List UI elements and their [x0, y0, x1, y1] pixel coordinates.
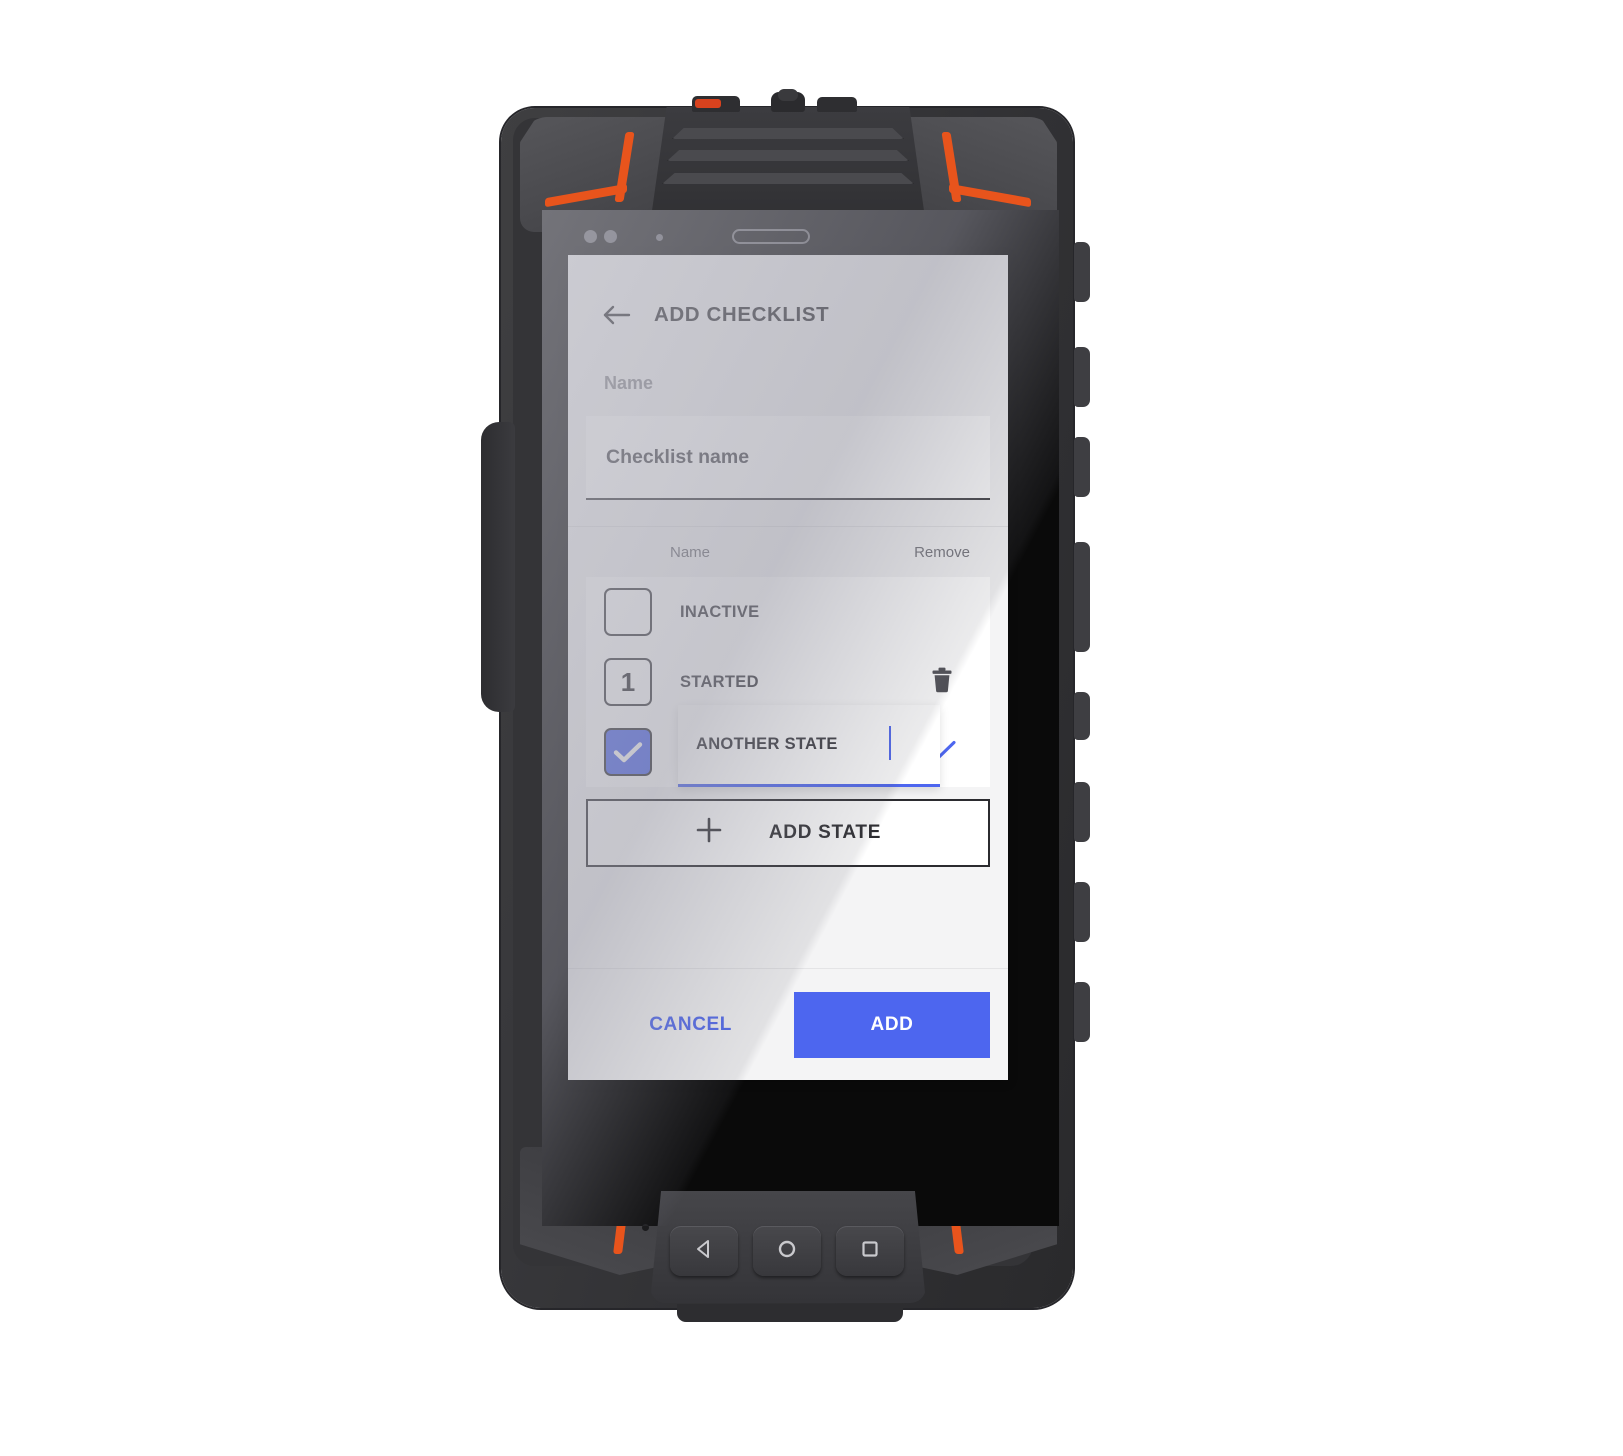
top-cap-ridge-3	[662, 173, 914, 184]
text-cursor	[889, 726, 891, 760]
led-indicator-icon	[656, 234, 663, 241]
add-checklist-dialog: ADD CHECKLIST Name Name Remove	[568, 255, 1008, 1080]
sos-button[interactable]	[692, 96, 740, 112]
trash-icon	[931, 667, 953, 698]
microphone-hole	[642, 1224, 649, 1231]
phone-device: ADD CHECKLIST Name Name Remove	[481, 89, 1090, 1322]
cancel-button[interactable]: CANCEL	[609, 996, 772, 1054]
checklist-name-input[interactable]	[586, 445, 990, 469]
device-stage: ADD CHECKLIST Name Name Remove	[0, 0, 1623, 1456]
earpiece-speaker	[732, 229, 810, 244]
state-box-another-state[interactable]	[604, 728, 652, 776]
volume-rocker[interactable]	[1074, 542, 1090, 652]
checkmark-icon	[613, 742, 643, 763]
dialog-footer: CANCEL ADD	[568, 968, 1008, 1080]
nav-button-recents[interactable]	[836, 1226, 904, 1276]
square-icon	[859, 1238, 881, 1265]
state-label-inactive: INACTIVE	[680, 602, 760, 621]
right-side-notch-5	[1074, 882, 1090, 942]
power-button[interactable]	[1074, 692, 1090, 740]
right-side-notch-1	[1074, 242, 1090, 302]
states-table-header: Name Remove	[568, 527, 1008, 577]
state-label-started: STARTED	[680, 672, 759, 691]
top-cap-ridge-1	[672, 128, 904, 139]
state-box-started[interactable]: 1	[604, 658, 652, 706]
state-row-inactive[interactable]: INACTIVE	[586, 577, 990, 647]
right-side-notch-2	[1074, 347, 1090, 407]
right-side-notch-4	[1074, 782, 1090, 842]
light-sensor-icon	[604, 230, 617, 243]
plus-icon	[695, 816, 723, 850]
add-state-label: ADD STATE	[768, 822, 882, 843]
checklist-name-field-wrapper	[586, 416, 990, 500]
state-name-input[interactable]	[678, 735, 940, 754]
page-title: ADD CHECKLIST	[654, 303, 830, 326]
delete-state-button-started[interactable]	[894, 667, 990, 698]
states-panel: Name Remove INACTIVE 1 STARTED ANOTHER S…	[568, 526, 1008, 968]
bottom-speaker-strip	[677, 1304, 903, 1322]
nav-button-home[interactable]	[753, 1226, 821, 1276]
states-list: INACTIVE 1 STARTED ANOTHER STATE	[586, 577, 990, 787]
state-box-inactive[interactable]	[604, 588, 652, 636]
left-side-grip	[481, 422, 515, 712]
phone-screen: ADD CHECKLIST Name Name Remove	[542, 210, 1059, 1226]
proximity-sensor-icon	[584, 230, 597, 243]
states-header-name: Name	[670, 543, 711, 561]
right-side-notch-6	[1074, 982, 1090, 1042]
circle-icon	[776, 1238, 798, 1265]
state-row-another-state[interactable]: ANOTHER STATE	[586, 705, 990, 787]
top-port-cover	[817, 97, 857, 112]
add-state-button[interactable]: ADD STATE	[586, 799, 990, 867]
top-bumper-cap	[650, 107, 926, 225]
add-button[interactable]: ADD	[794, 991, 990, 1058]
right-side-notch-3	[1074, 437, 1090, 497]
dialog-header: ADD CHECKLIST	[568, 255, 1008, 341]
top-cap-ridge-2	[667, 150, 909, 161]
nav-button-back[interactable]	[670, 1226, 738, 1276]
states-header-remove: Remove	[914, 543, 970, 561]
state-name-edit-card	[678, 705, 940, 787]
triangle-left-icon	[693, 1238, 715, 1265]
back-arrow-icon[interactable]	[602, 300, 632, 330]
antenna-knob[interactable]	[771, 89, 805, 112]
dialog-spacer	[568, 867, 1008, 968]
name-field-label: Name	[604, 373, 654, 393]
